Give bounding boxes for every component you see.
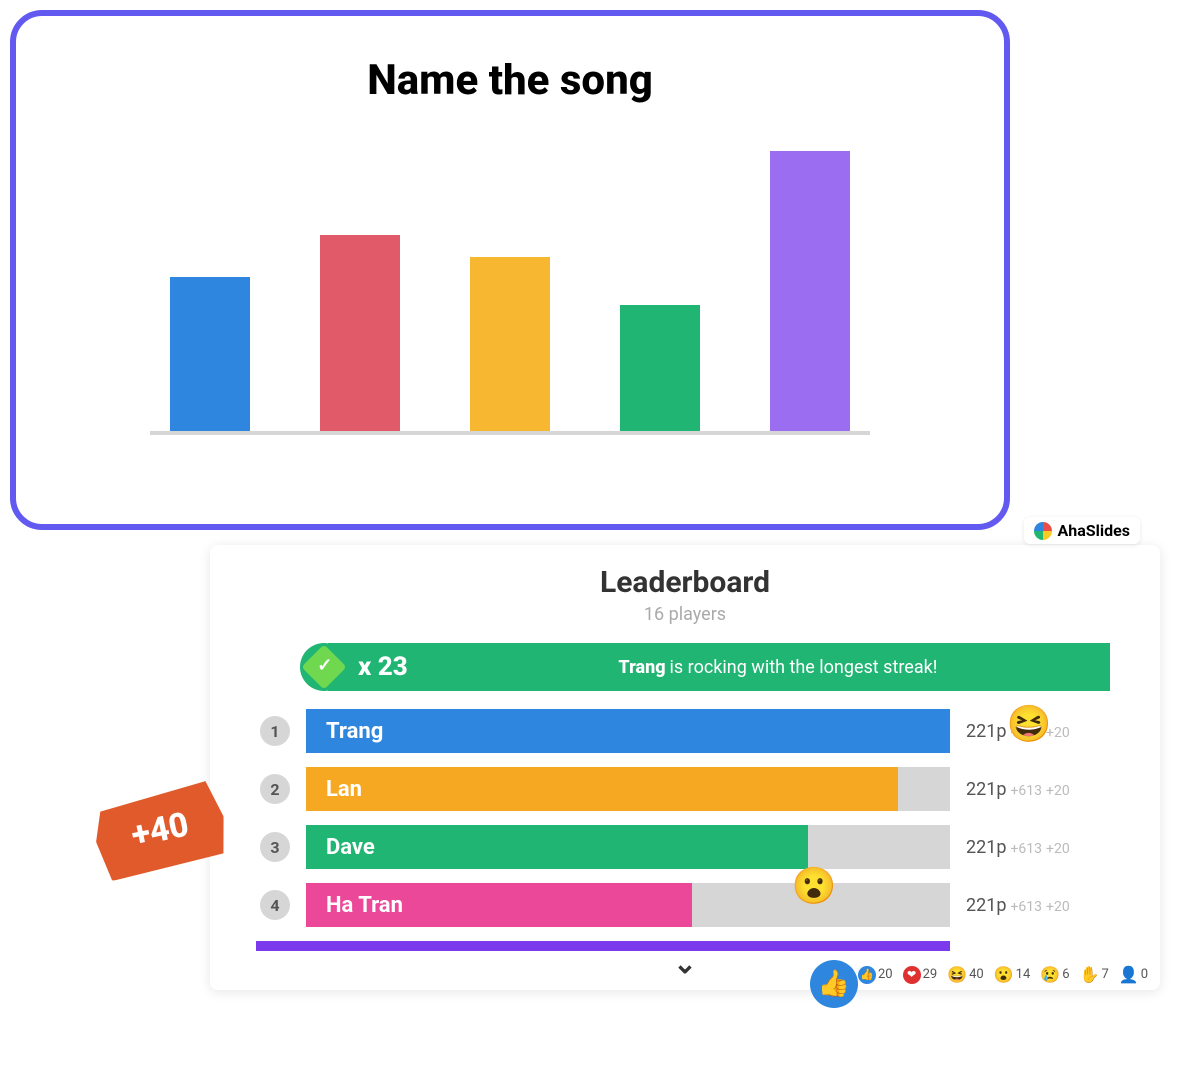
reaction-icon: 👍 bbox=[858, 966, 876, 984]
chart-bar bbox=[170, 277, 250, 431]
reaction-count: 6 bbox=[1062, 967, 1069, 982]
chart-title: Name the song bbox=[56, 56, 964, 105]
rank-badge: 1 bbox=[260, 716, 290, 746]
chart-bars bbox=[150, 155, 870, 435]
streak-name: Trang bbox=[618, 657, 665, 678]
score-label: 221p+613+20 bbox=[950, 837, 1110, 858]
brand-icon bbox=[1034, 522, 1052, 540]
reaction-icon: 😢 bbox=[1040, 965, 1060, 984]
reaction-item[interactable]: ✋7 bbox=[1080, 965, 1109, 984]
chart-bar bbox=[320, 235, 400, 431]
rank-badge: 2 bbox=[260, 774, 290, 804]
reaction-count: 14 bbox=[1016, 967, 1031, 982]
streak-message: Trang is rocking with the longest streak… bbox=[426, 643, 1110, 691]
reaction-item[interactable]: ❤29 bbox=[903, 966, 938, 984]
chart-bar bbox=[620, 305, 700, 431]
reactions-bar: 👍20 ❤29 😆40 😮14 😢6 ✋7 👤0 bbox=[858, 965, 1148, 984]
leaderboard-rows: 1 Trang 221p+613+20 2 Lan 221p+613+20 3 Dave 221… bbox=[260, 709, 1110, 927]
wow-emoji-icon: 😮 bbox=[790, 862, 838, 910]
reaction-icon: ✋ bbox=[1080, 965, 1100, 984]
score-bar-track: Dave bbox=[306, 825, 950, 869]
leaderboard-row: 3 Dave 221p+613+20 bbox=[260, 825, 1110, 869]
leaderboard-row: 4 Ha Tran 221p+613+20 bbox=[260, 883, 1110, 927]
reaction-item[interactable]: 👍20 bbox=[858, 966, 893, 984]
reaction-count: 0 bbox=[1141, 967, 1148, 982]
score-label: 221p+613+20 bbox=[950, 895, 1110, 916]
score-bar-track: Trang bbox=[306, 709, 950, 753]
reaction-count: 40 bbox=[969, 967, 984, 982]
leaderboard-subtitle: 16 players bbox=[210, 604, 1160, 625]
score-bar-track: Lan bbox=[306, 767, 950, 811]
brand-badge: AhaSlides bbox=[1024, 517, 1140, 544]
leaderboard-row: 2 Lan 221p+613+20 bbox=[260, 767, 1110, 811]
chart-bar bbox=[470, 257, 550, 431]
rank-badge: 3 bbox=[260, 832, 290, 862]
chart-area bbox=[150, 155, 870, 455]
score-label: 221p+613+20 bbox=[950, 779, 1110, 800]
leaderboard-title: Leaderboard bbox=[210, 565, 1160, 600]
chart-card: Name the song bbox=[10, 10, 1010, 530]
reaction-icon: 👤 bbox=[1119, 965, 1139, 984]
reaction-icon: ❤ bbox=[903, 966, 921, 984]
reaction-count: 20 bbox=[878, 967, 893, 982]
laugh-emoji-icon: 😆 bbox=[1005, 700, 1053, 748]
reaction-count: 7 bbox=[1101, 967, 1108, 982]
score-bar-fill: Trang bbox=[306, 709, 950, 753]
streak-bar: x 23 Trang is rocking with the longest s… bbox=[300, 643, 1110, 691]
reaction-item[interactable]: 😆40 bbox=[947, 965, 984, 984]
chart-bar bbox=[770, 151, 850, 431]
reaction-icon: 😆 bbox=[947, 965, 967, 984]
reaction-item[interactable]: 👤0 bbox=[1119, 965, 1148, 984]
streak-text: is rocking with the longest streak! bbox=[670, 657, 938, 678]
score-bar-track: Ha Tran bbox=[306, 883, 950, 927]
leaderboard-row: 1Trang221p+613+20 bbox=[260, 709, 1110, 753]
reaction-item[interactable]: 😮14 bbox=[994, 965, 1031, 984]
reaction-icon: 😮 bbox=[994, 965, 1014, 984]
reaction-item[interactable]: 😢6 bbox=[1040, 965, 1069, 984]
reaction-count: 29 bbox=[923, 967, 938, 982]
leaderboard-card: AhaSlides Leaderboard 16 players x 23 Tr… bbox=[210, 545, 1160, 990]
score-bar-fill: Lan bbox=[306, 767, 898, 811]
brand-text: AhaSlides bbox=[1058, 521, 1130, 540]
streak-gem-icon bbox=[300, 643, 348, 691]
score-bar-fill: Dave bbox=[306, 825, 808, 869]
like-emoji-icon: 👍 bbox=[810, 960, 858, 1008]
rank-badge: 4 bbox=[260, 890, 290, 920]
score-bar-fill: Ha Tran bbox=[306, 883, 692, 927]
